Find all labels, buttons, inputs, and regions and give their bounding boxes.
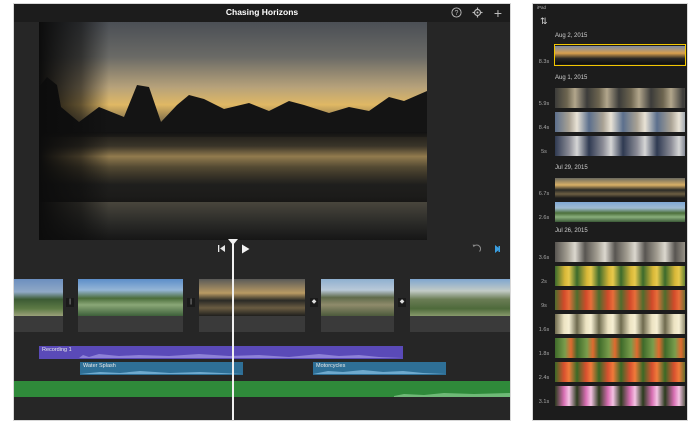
media-clip[interactable] bbox=[555, 362, 685, 382]
video-clip[interactable] bbox=[321, 279, 394, 316]
media-clip[interactable] bbox=[555, 136, 685, 156]
clip-duration: 5s bbox=[541, 149, 547, 155]
clip-duration: 9s bbox=[541, 303, 547, 309]
top-bar: Chasing Horizons ? + bbox=[14, 4, 510, 22]
media-clip[interactable] bbox=[555, 290, 685, 310]
sound-effect-waveform bbox=[80, 371, 243, 374]
media-clip[interactable] bbox=[555, 88, 685, 108]
video-clip[interactable] bbox=[78, 279, 183, 316]
clip-duration: 2.6s bbox=[538, 215, 550, 221]
status-bar: iPad bbox=[537, 5, 547, 10]
gear-icon[interactable] bbox=[471, 7, 483, 19]
voiceover-track[interactable]: Recording 1 bbox=[39, 346, 403, 359]
clip-audio-strip bbox=[199, 316, 305, 332]
date-header: Jul 26, 2015 bbox=[555, 228, 588, 234]
playhead[interactable] bbox=[232, 240, 234, 420]
background-music-track[interactable] bbox=[14, 381, 510, 397]
clip-duration: 8.4s bbox=[538, 125, 550, 131]
date-header: Aug 2, 2015 bbox=[555, 33, 588, 39]
sound-effect-track[interactable]: Water Splash bbox=[80, 362, 243, 375]
clip-duration: 5.9s bbox=[538, 101, 550, 107]
media-clip[interactable] bbox=[555, 202, 685, 222]
clip-duration: 3.6s bbox=[538, 255, 550, 261]
media-clip[interactable] bbox=[555, 266, 685, 286]
imovie-editor: Chasing Horizons ? + | | ◆ ◆ Recording 1… bbox=[14, 4, 510, 420]
transition-icon[interactable]: ◆ bbox=[310, 298, 318, 307]
background-music-waveform bbox=[394, 393, 510, 397]
media-clip[interactable] bbox=[555, 314, 685, 334]
media-clip[interactable] bbox=[555, 112, 685, 132]
clip-duration: 2.4s bbox=[538, 375, 550, 381]
sort-icon[interactable]: ⇅ bbox=[540, 16, 548, 27]
project-title: Chasing Horizons bbox=[225, 7, 299, 17]
play-icon[interactable] bbox=[241, 244, 250, 257]
voiceover-waveform bbox=[39, 354, 403, 358]
video-viewer[interactable] bbox=[39, 22, 427, 240]
media-clip[interactable] bbox=[555, 178, 685, 198]
date-header: Jul 29, 2015 bbox=[555, 165, 588, 171]
transition-icon[interactable]: | bbox=[66, 298, 74, 307]
undo-icon[interactable] bbox=[472, 244, 482, 256]
media-browser: iPad ⇅ Aug 2, 2015 8.3s Aug 1, 2015 5.9s… bbox=[533, 4, 687, 420]
media-clip[interactable] bbox=[555, 386, 685, 406]
tree-silhouette-left bbox=[39, 22, 109, 240]
clip-duration: 6.7s bbox=[538, 191, 550, 197]
media-clip[interactable] bbox=[555, 338, 685, 358]
sound-effect-track[interactable]: Motorcycles bbox=[313, 362, 446, 375]
transition-icon[interactable]: ◆ bbox=[398, 298, 406, 307]
playback-controls bbox=[14, 240, 510, 260]
clip-duration: 1.8s bbox=[538, 351, 550, 357]
svg-text:?: ? bbox=[454, 10, 458, 17]
sound-effect-waveform bbox=[313, 370, 446, 374]
audio-waveform-icon[interactable] bbox=[493, 244, 502, 257]
clip-duration: 1.6s bbox=[538, 327, 550, 333]
media-clip[interactable] bbox=[555, 242, 685, 262]
transition-icon[interactable]: | bbox=[187, 298, 195, 307]
clip-duration: 8.3s bbox=[538, 59, 550, 65]
clip-audio-strip bbox=[14, 316, 63, 332]
clip-duration: 2s bbox=[541, 279, 547, 285]
plus-icon[interactable]: + bbox=[492, 6, 504, 20]
video-clip[interactable] bbox=[199, 279, 305, 316]
date-header: Aug 1, 2015 bbox=[555, 75, 588, 81]
video-clip[interactable] bbox=[14, 279, 63, 316]
clip-audio-strip bbox=[78, 316, 183, 332]
clip-audio-strip bbox=[321, 316, 394, 332]
clip-duration: 3.1s bbox=[538, 399, 550, 405]
video-clip[interactable] bbox=[410, 279, 510, 316]
selected-clip-border bbox=[554, 44, 686, 66]
timeline[interactable]: | | ◆ ◆ Recording 1 Water Splash Motorcy… bbox=[14, 260, 510, 420]
help-icon[interactable]: ? bbox=[450, 7, 462, 19]
clip-audio-strip bbox=[410, 316, 510, 332]
skip-back-icon[interactable] bbox=[218, 244, 226, 256]
